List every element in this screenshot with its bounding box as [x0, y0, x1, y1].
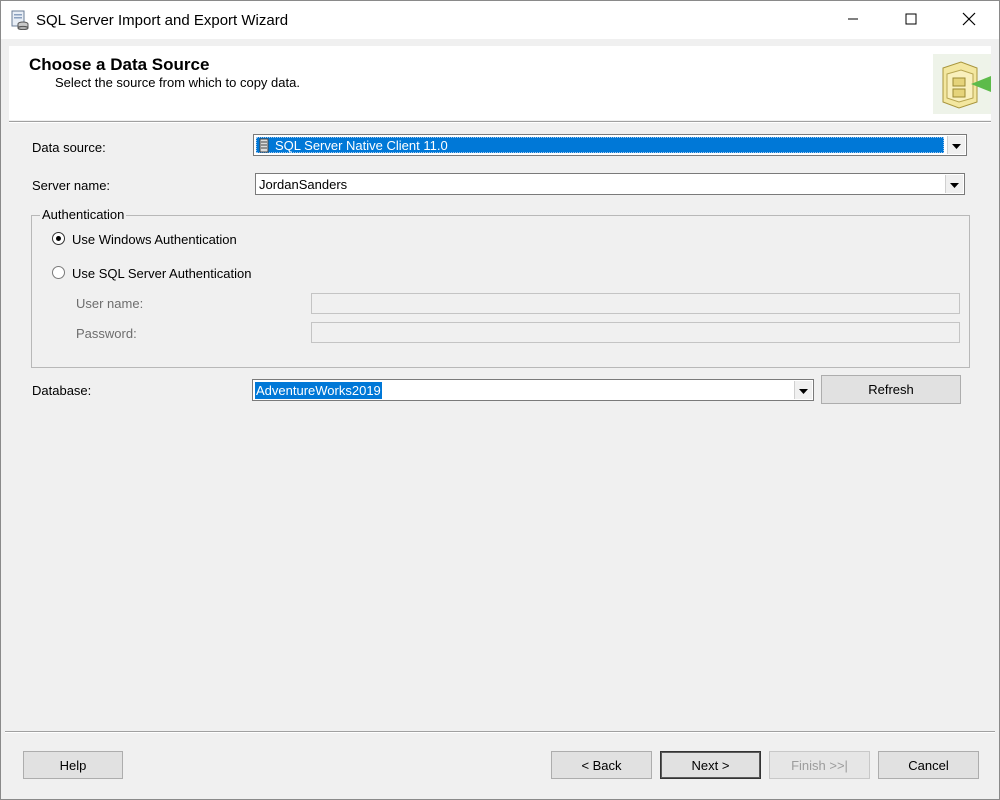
radio-selected-dot: [56, 236, 61, 241]
page-subtitle: Select the source from which to copy dat…: [55, 75, 300, 90]
windows-auth-label[interactable]: Use Windows Authentication: [72, 232, 237, 247]
data-source-label-text: Data source:: [32, 140, 106, 155]
windows-auth-radio[interactable]: [52, 232, 65, 245]
data-source-label: Data source:: [32, 140, 106, 155]
title-bar: SQL Server Import and Export Wizard: [1, 1, 999, 39]
user-name-label: User name:: [76, 296, 144, 311]
window-title: SQL Server Import and Export Wizard: [36, 12, 289, 29]
database-dropdown-button[interactable]: [794, 381, 812, 399]
user-name-input[interactable]: [311, 293, 960, 314]
data-source-value: SQL Server Native Client 11.0: [275, 138, 448, 153]
database-combo[interactable]: AdventureWorks2019: [252, 379, 814, 401]
data-source-dropdown-button[interactable]: [947, 136, 965, 154]
chevron-down-icon: [950, 177, 959, 192]
database-label: Database:: [32, 383, 92, 398]
password-input[interactable]: [311, 322, 960, 343]
footer-divider-highlight: [5, 732, 995, 733]
maximize-icon: [905, 13, 917, 28]
chevron-down-icon: [799, 383, 808, 398]
cancel-button[interactable]: Cancel: [878, 751, 979, 779]
page-header: Choose a Data Source Select the source f…: [9, 46, 991, 120]
chevron-down-icon: [952, 138, 961, 153]
wizard-window: SQL Server Import and Export Wizard Choo…: [0, 0, 1000, 800]
header-divider-highlight: [9, 122, 991, 123]
refresh-button[interactable]: Refresh: [821, 375, 961, 404]
sql-auth-label[interactable]: Use SQL Server Authentication: [72, 266, 251, 281]
sql-auth-radio[interactable]: [52, 266, 65, 279]
maximize-button[interactable]: [882, 1, 940, 39]
server-name-combo[interactable]: JordanSanders: [255, 173, 965, 195]
minimize-icon: [847, 13, 859, 28]
data-source-select[interactable]: SQL Server Native Client 11.0: [253, 134, 967, 156]
database-value: AdventureWorks2019: [255, 382, 382, 399]
close-button[interactable]: [940, 1, 998, 39]
data-source-graphic-icon: [933, 54, 991, 114]
server-name-label: Server name:: [32, 178, 111, 193]
finish-button[interactable]: Finish >>|: [769, 751, 870, 779]
authentication-group-title: Authentication: [40, 207, 127, 222]
next-button[interactable]: Next >: [660, 751, 761, 779]
wizard-app-icon: [11, 10, 29, 31]
server-name-value: JordanSanders: [259, 177, 348, 192]
minimize-button[interactable]: [824, 1, 882, 39]
back-button[interactable]: < Back: [551, 751, 652, 779]
server-name-dropdown-button[interactable]: [945, 175, 963, 193]
help-button[interactable]: Help: [23, 751, 123, 779]
database-provider-icon: [259, 138, 269, 156]
page-title: Choose a Data Source: [29, 55, 210, 74]
authentication-group: Authentication Use Windows Authenticatio…: [31, 207, 970, 368]
password-label: Password:: [76, 326, 137, 341]
close-icon: [962, 12, 976, 29]
